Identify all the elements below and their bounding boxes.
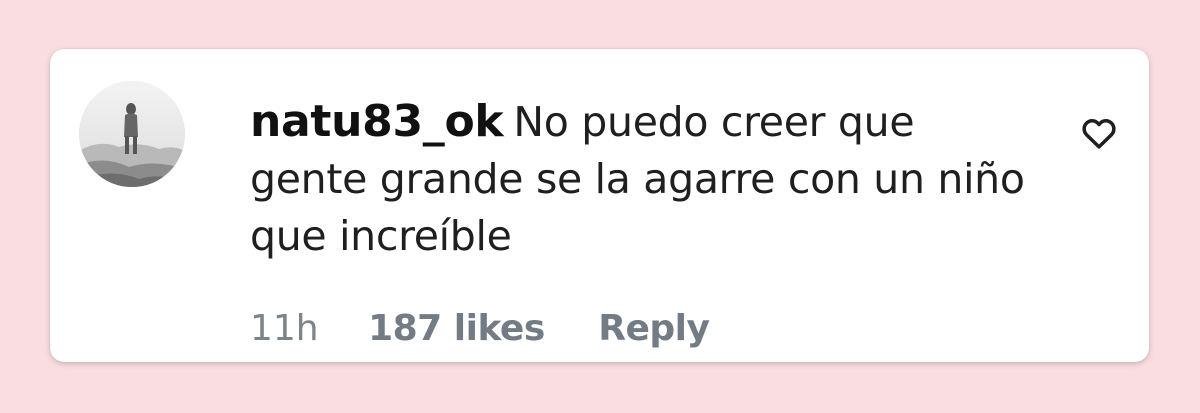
comment-meta: 11h 187 likes Reply [250,305,710,353]
reply-button[interactable]: Reply [598,305,710,353]
likes-count[interactable]: 187 likes [368,305,545,353]
comment-body: natu83_ok No puedo creer que gente grande… [250,93,1040,265]
comment-card: natu83_ok No puedo creer que gente grande… [50,49,1149,362]
username[interactable]: natu83_ok [250,96,504,147]
timestamp: 11h [250,308,319,349]
heart-icon[interactable] [1078,113,1120,153]
avatar-image [79,81,185,187]
avatar[interactable] [79,81,185,187]
